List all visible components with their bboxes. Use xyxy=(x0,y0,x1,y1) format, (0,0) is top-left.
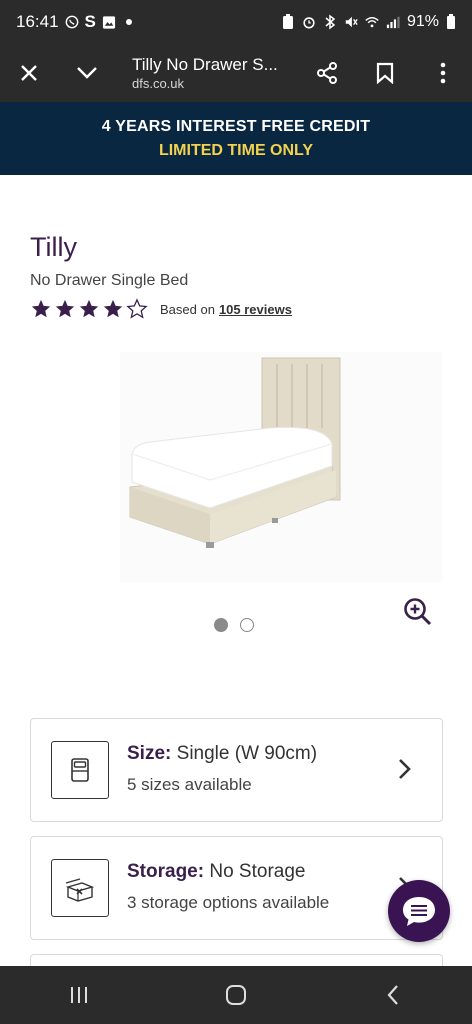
gallery-dot-1[interactable] xyxy=(214,618,228,632)
chat-button[interactable] xyxy=(388,880,450,942)
storage-option-sub: 3 storage options available xyxy=(127,893,330,912)
home-icon xyxy=(225,985,246,1005)
reviews-link[interactable]: 105 reviews xyxy=(219,302,292,317)
bookmark-icon xyxy=(376,62,394,84)
product-title: Tilly xyxy=(30,232,77,262)
size-option-value: Single (W 90cm) xyxy=(176,743,318,764)
storage-option-label: Storage: No Storage xyxy=(127,861,305,883)
promo-banner[interactable]: 4 YEARS INTEREST FREE CREDIT LIMITED TIM… xyxy=(0,102,472,175)
more-button[interactable] xyxy=(414,44,472,102)
storage-icon-box xyxy=(51,859,109,917)
minimize-button[interactable] xyxy=(58,44,116,102)
recent-apps-button[interactable] xyxy=(49,966,109,1024)
page-domain: dfs.co.uk xyxy=(132,75,185,91)
status-bar: 16:41 S 91% xyxy=(0,0,472,44)
product-rating: Based on 105 reviews xyxy=(30,296,292,322)
star-filled-icon xyxy=(31,299,51,318)
promo-headline: 4 YEARS INTEREST FREE CREDIT xyxy=(101,117,371,135)
more-icon xyxy=(440,62,446,84)
system-nav-bar xyxy=(0,966,472,1024)
s-indicator: S xyxy=(84,12,96,31)
chevron-right-icon xyxy=(399,759,411,779)
storage-option-value: No Storage xyxy=(209,861,306,882)
signal-icon xyxy=(386,15,400,29)
size-option-card[interactable]: Size: Single (W 90cm) 5 sizes available xyxy=(30,718,443,822)
status-time: 16:41 xyxy=(16,12,59,31)
bed-size-icon xyxy=(71,758,89,782)
promo-subline: LIMITED TIME ONLY xyxy=(158,141,314,159)
bookmark-button[interactable] xyxy=(356,44,414,102)
battery-icon xyxy=(446,14,456,29)
star-filled-icon xyxy=(79,299,99,318)
size-option-label: Size: Single (W 90cm) xyxy=(127,743,317,765)
close-tab-button[interactable] xyxy=(0,44,58,102)
gallery-dots xyxy=(214,618,254,632)
wifi-icon xyxy=(365,15,379,29)
chevron-down-icon xyxy=(77,67,97,79)
gallery-dot-2[interactable] xyxy=(240,618,254,632)
rating-stars xyxy=(30,298,148,320)
battery-saver-icon xyxy=(281,14,295,29)
share-button[interactable] xyxy=(298,44,356,102)
storage-option-key: Storage: xyxy=(127,861,205,882)
battery-percent: 91% xyxy=(406,13,439,30)
recent-apps-icon xyxy=(70,987,87,1003)
back-button[interactable] xyxy=(363,966,423,1024)
chat-icon xyxy=(403,897,435,926)
alarm-icon xyxy=(302,15,316,29)
bluetooth-icon xyxy=(323,14,337,30)
storage-option-card[interactable]: Storage: No Storage 3 storage options av… xyxy=(30,836,443,940)
zoom-button[interactable] xyxy=(402,596,434,628)
size-option-sub: 5 sizes available xyxy=(127,775,252,794)
back-icon xyxy=(387,985,399,1005)
whatsapp-icon xyxy=(65,15,79,29)
size-option-key: Size: xyxy=(127,743,172,764)
bed-illustration xyxy=(129,357,341,548)
url-area[interactable]: Tilly No Drawer S... dfs.co.uk xyxy=(116,54,298,92)
product-subtitle: No Drawer Single Bed xyxy=(30,272,189,289)
image-icon xyxy=(102,15,116,29)
close-icon xyxy=(21,65,37,81)
size-icon-box xyxy=(51,741,109,799)
dot-icon xyxy=(122,15,136,29)
browser-toolbar: Tilly No Drawer S... dfs.co.uk xyxy=(0,44,472,102)
star-filled-icon xyxy=(55,299,75,318)
zoom-in-icon xyxy=(404,598,432,626)
no-storage-icon xyxy=(65,878,95,902)
rating-prefix: Based on xyxy=(160,301,215,317)
star-empty-icon xyxy=(126,298,148,319)
product-image[interactable] xyxy=(120,352,442,582)
share-icon xyxy=(317,62,337,84)
home-button[interactable] xyxy=(206,966,266,1024)
mute-icon xyxy=(344,15,358,29)
star-filled-icon xyxy=(103,299,123,318)
page-title: Tilly No Drawer S... xyxy=(132,55,278,75)
